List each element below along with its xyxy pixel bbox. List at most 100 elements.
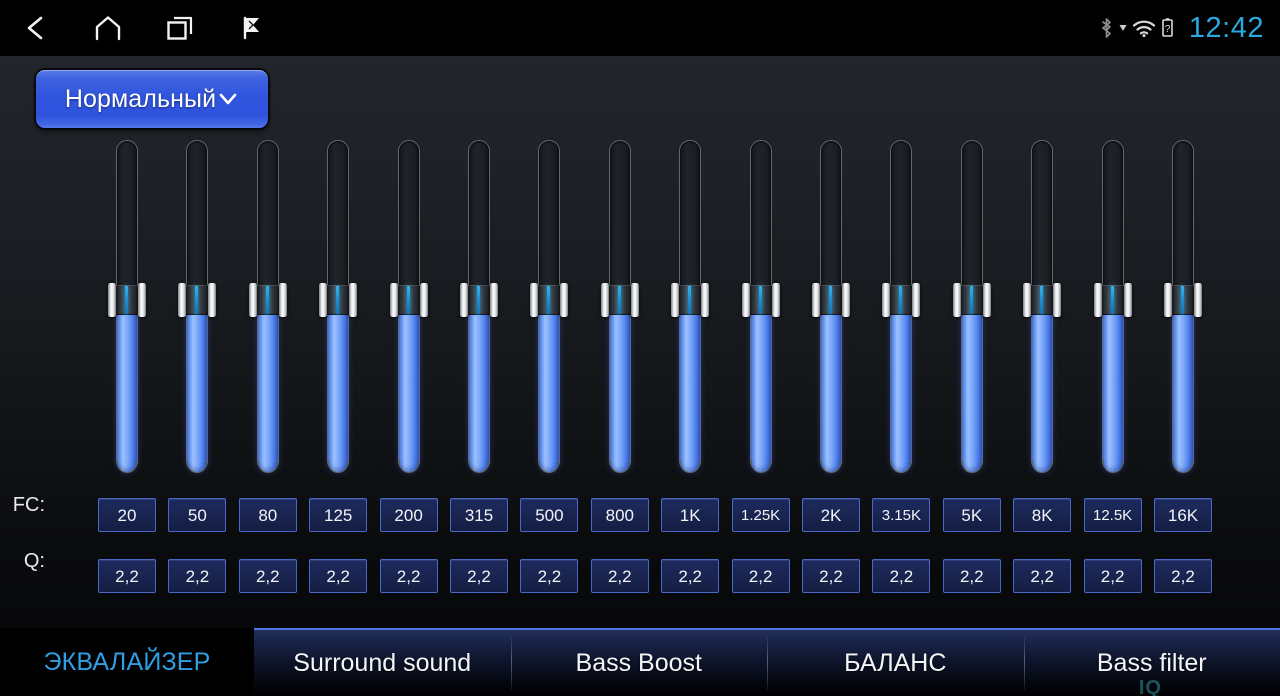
fc-value-box[interactable]: 3.15K bbox=[872, 498, 931, 532]
q-value-box[interactable]: 2,2 bbox=[872, 559, 931, 593]
band-slider[interactable] bbox=[1091, 140, 1135, 476]
slider-thumb[interactable] bbox=[882, 283, 921, 317]
q-value-box[interactable]: 2,2 bbox=[661, 559, 720, 593]
slider-thumb[interactable] bbox=[530, 283, 569, 317]
slider-thumb-grip-right bbox=[560, 283, 569, 317]
slider-thumb[interactable] bbox=[1093, 283, 1132, 317]
band-slider[interactable] bbox=[950, 140, 994, 476]
fc-value-box[interactable]: 1K bbox=[661, 498, 720, 532]
band-slider[interactable] bbox=[527, 140, 571, 476]
slider-thumb[interactable] bbox=[1023, 283, 1062, 317]
fc-value-box[interactable]: 315 bbox=[450, 498, 508, 532]
q-value-box[interactable]: 2,2 bbox=[731, 559, 790, 593]
back-button[interactable] bbox=[0, 0, 72, 56]
slider-thumb[interactable] bbox=[600, 283, 639, 317]
fc-value-box[interactable]: 12.5K bbox=[1083, 498, 1142, 532]
recents-button[interactable] bbox=[144, 0, 216, 56]
q-value-box[interactable]: 2,2 bbox=[450, 559, 508, 593]
slider-thumb[interactable] bbox=[671, 283, 710, 317]
tab-item[interactable]: Bass Boost bbox=[510, 630, 768, 696]
preset-dropdown-button[interactable]: Нормальный bbox=[36, 70, 268, 128]
slider-thumb[interactable] bbox=[1164, 283, 1202, 317]
flag-button[interactable] bbox=[216, 0, 288, 56]
tab-item[interactable]: Bass filter bbox=[1023, 630, 1280, 696]
q-value-box[interactable]: 2,2 bbox=[309, 559, 368, 593]
slider-thumb-core bbox=[678, 285, 703, 315]
home-button[interactable] bbox=[72, 0, 144, 56]
band-slider[interactable] bbox=[105, 140, 149, 476]
q-value-box[interactable]: 2,2 bbox=[1013, 559, 1072, 593]
q-value-box[interactable]: 2,2 bbox=[802, 559, 860, 593]
q-value-box[interactable]: 2,2 bbox=[379, 559, 438, 593]
slider-thumb-grip-right bbox=[278, 283, 287, 317]
tab-item[interactable]: БАЛАНС bbox=[767, 630, 1024, 696]
tab-equalizer[interactable]: ЭКВАЛАЙЗЕР bbox=[0, 628, 254, 696]
band-slider[interactable] bbox=[668, 140, 712, 476]
band-slider[interactable] bbox=[1020, 140, 1064, 476]
q-value-box[interactable]: 2,2 bbox=[942, 559, 1001, 593]
fc-value-box[interactable]: 125 bbox=[309, 498, 368, 532]
fc-value-box[interactable]: 80 bbox=[238, 498, 297, 532]
band-slider[interactable] bbox=[1161, 140, 1205, 476]
slider-thumb-grip-right bbox=[701, 283, 710, 317]
slider-thumb[interactable] bbox=[952, 283, 991, 317]
tab-item-label: Bass filter bbox=[1096, 648, 1207, 677]
fc-value-box[interactable]: 20 bbox=[98, 498, 156, 532]
q-value-box[interactable]: 2,2 bbox=[1083, 559, 1142, 593]
band-slider[interactable] bbox=[809, 140, 853, 476]
slider-thumb[interactable] bbox=[319, 283, 358, 317]
slider-thumb-grip-right bbox=[208, 283, 217, 317]
tab-item[interactable]: Surround sound bbox=[254, 630, 511, 696]
slider-thumb-grip-right bbox=[1194, 283, 1202, 317]
band-slider[interactable] bbox=[879, 140, 923, 476]
slider-fill bbox=[398, 313, 419, 473]
slider-thumb[interactable] bbox=[389, 283, 428, 317]
band-slider[interactable] bbox=[175, 140, 219, 476]
band-slider[interactable] bbox=[246, 140, 290, 476]
q-value-box[interactable]: 2,2 bbox=[520, 559, 579, 593]
slider-fill bbox=[328, 313, 349, 473]
band-slider[interactable] bbox=[387, 140, 431, 476]
slider-thumb-grip-left bbox=[178, 283, 187, 317]
fc-value-box[interactable]: 8K bbox=[1013, 498, 1072, 532]
slider-thumb-core bbox=[1100, 285, 1125, 315]
fc-value-box[interactable]: 50 bbox=[168, 498, 227, 532]
band-slider[interactable] bbox=[598, 140, 642, 476]
slider-thumb[interactable] bbox=[178, 283, 217, 317]
fc-value-box[interactable]: 800 bbox=[590, 498, 649, 532]
q-value-box[interactable]: 2,2 bbox=[238, 559, 297, 593]
chevron-down-icon bbox=[217, 88, 239, 110]
fc-value-box[interactable]: 16K bbox=[1154, 498, 1212, 532]
slider-fill bbox=[187, 313, 208, 473]
home-icon bbox=[93, 13, 123, 43]
slider-thumb[interactable] bbox=[741, 283, 780, 317]
band-slider[interactable] bbox=[739, 140, 783, 476]
fc-value-box[interactable]: 5K bbox=[942, 498, 1001, 532]
slider-thumb-grip-right bbox=[349, 283, 358, 317]
slider-thumb-core bbox=[819, 285, 843, 315]
slider-fill bbox=[680, 313, 701, 473]
slider-thumb[interactable] bbox=[248, 283, 287, 317]
q-value-box[interactable]: 2,2 bbox=[590, 559, 649, 593]
fc-value-box[interactable]: 500 bbox=[520, 498, 579, 532]
status-icons: ? 12:42 bbox=[1098, 0, 1264, 56]
band-slider[interactable] bbox=[457, 140, 501, 476]
slider-thumb-core bbox=[467, 285, 491, 315]
fc-value-box[interactable]: 2K bbox=[802, 498, 860, 532]
q-value-box[interactable]: 2,2 bbox=[1154, 559, 1212, 593]
slider-thumb[interactable] bbox=[108, 283, 146, 317]
slider-thumb-grip-left bbox=[741, 283, 750, 317]
slider-fill bbox=[1032, 313, 1053, 473]
svg-text:?: ? bbox=[1165, 24, 1171, 35]
slider-thumb-grip-left bbox=[812, 283, 820, 317]
slider-thumb-grip-right bbox=[1123, 283, 1132, 317]
slider-thumb-grip-right bbox=[912, 283, 921, 317]
slider-thumb[interactable] bbox=[460, 283, 498, 317]
slider-thumb-grip-left bbox=[952, 283, 961, 317]
q-value-box[interactable]: 2,2 bbox=[98, 559, 156, 593]
slider-thumb[interactable] bbox=[812, 283, 850, 317]
fc-value-box[interactable]: 200 bbox=[379, 498, 438, 532]
q-value-box[interactable]: 2,2 bbox=[168, 559, 227, 593]
fc-value-box[interactable]: 1.25K bbox=[731, 498, 790, 532]
band-slider[interactable] bbox=[316, 140, 360, 476]
